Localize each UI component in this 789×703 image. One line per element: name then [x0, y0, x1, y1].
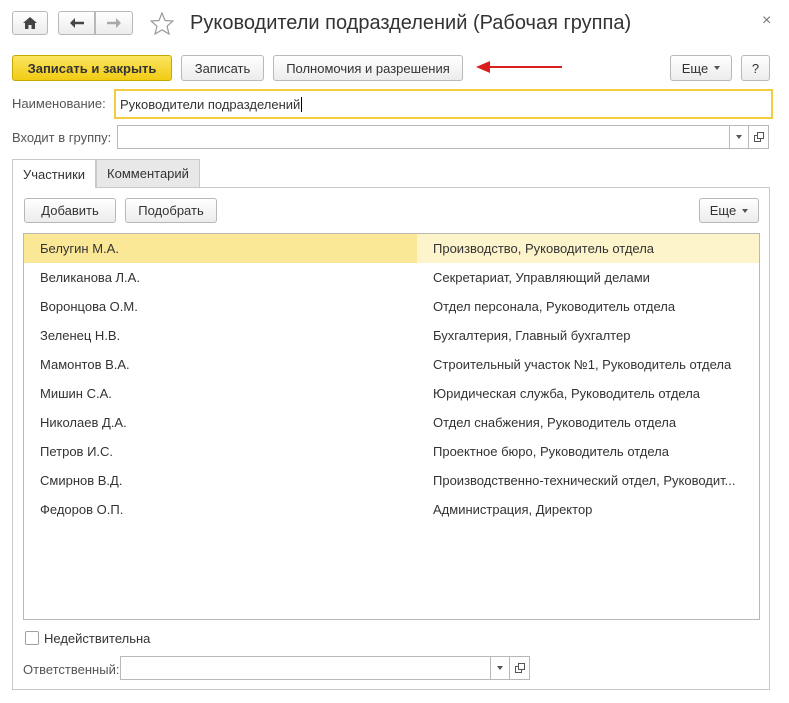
annotation-arrow-icon — [476, 61, 562, 73]
responsible-dropdown-button[interactable] — [490, 656, 510, 680]
member-name: Зеленец Н.В. — [40, 328, 121, 343]
help-button[interactable]: ? — [741, 55, 770, 81]
member-position: Производство, Руководитель отдела — [417, 234, 759, 263]
pick-button[interactable]: Подобрать — [125, 198, 217, 223]
member-position: Бухгалтерия, Главный бухгалтер — [433, 328, 631, 343]
tab-comment[interactable]: Комментарий — [96, 159, 200, 187]
member-position: Проектное бюро, Руководитель отдела — [433, 444, 669, 459]
group-label: Входит в группу: — [12, 130, 112, 145]
open-icon — [753, 132, 764, 142]
member-position: Отдел снабжения, Руководитель отдела — [433, 415, 677, 430]
member-name: Великанова Л.А. — [40, 270, 140, 285]
table-row[interactable]: Мамонтов В.А. Строительный участок №1, Р… — [24, 350, 759, 379]
member-name: Мамонтов В.А. — [40, 357, 130, 372]
dropdown-arrow-icon — [497, 666, 503, 670]
member-position: Юридическая служба, Руководитель отдела — [433, 386, 701, 401]
member-name: Белугин М.А. — [24, 234, 417, 263]
open-icon — [514, 663, 525, 673]
group-field[interactable] — [117, 125, 730, 149]
name-label: Наименование: — [12, 96, 106, 111]
member-name: Николаев Д.А. — [40, 415, 127, 430]
name-value: Руководители подразделений — [120, 96, 301, 112]
responsible-field[interactable] — [120, 656, 491, 680]
tab-members[interactable]: Участники — [12, 159, 96, 188]
home-icon — [23, 17, 37, 29]
member-name: Федоров О.П. — [40, 502, 124, 517]
add-button[interactable]: Добавить — [24, 198, 116, 223]
member-name: Воронцова О.М. — [40, 299, 138, 314]
invalid-checkbox-label[interactable]: Недействительна — [44, 631, 150, 646]
favorite-star[interactable] — [149, 11, 175, 38]
table-row[interactable]: Федоров О.П. Администрация, Директор — [24, 495, 759, 524]
table-row[interactable]: Мишин С.А. Юридическая служба, Руководит… — [24, 379, 759, 408]
member-position: Секретариат, Управляющий делами — [433, 270, 650, 285]
table-row[interactable]: Николаев Д.А. Отдел снабжения, Руководит… — [24, 408, 759, 437]
table-row[interactable]: Смирнов В.Д. Производственно-технический… — [24, 466, 759, 495]
members-more-button[interactable]: Еще — [699, 198, 759, 223]
responsible-open-button[interactable] — [509, 656, 530, 680]
save-button[interactable]: Записать — [181, 55, 264, 81]
save-and-close-button[interactable]: Записать и закрыть — [12, 55, 172, 81]
name-field[interactable]: Руководители подразделений — [114, 89, 773, 119]
member-position: Отдел персонала, Руководитель отдела — [433, 299, 676, 314]
close-icon[interactable]: × — [762, 12, 771, 30]
table-row[interactable]: Великанова Л.А. Секретариат, Управляющий… — [24, 263, 759, 292]
forward-arrow-icon — [107, 18, 121, 28]
text-cursor — [301, 96, 303, 112]
table-row[interactable]: Воронцова О.М. Отдел персонала, Руководи… — [24, 292, 759, 321]
member-name: Петров И.С. — [40, 444, 114, 459]
group-dropdown-button[interactable] — [729, 125, 749, 149]
invalid-checkbox[interactable] — [25, 631, 39, 645]
star-icon — [149, 11, 175, 36]
members-more-label: Еще — [709, 203, 737, 218]
permissions-button[interactable]: Полномочия и разрешения — [273, 55, 463, 81]
member-position: Строительный участок №1, Руководитель от… — [433, 357, 732, 372]
forward-button[interactable] — [95, 11, 133, 35]
responsible-label: Ответственный: — [23, 662, 120, 677]
members-table[interactable]: Белугин М.А. Производство, Руководитель … — [23, 233, 760, 620]
window-title: Руководители подразделений (Рабочая груп… — [190, 12, 632, 34]
more-label: Еще — [681, 60, 709, 76]
table-row[interactable]: Белугин М.А. Производство, Руководитель … — [24, 234, 759, 263]
more-button[interactable]: Еще — [670, 55, 732, 81]
table-row[interactable]: Зеленец Н.В. Бухгалтерия, Главный бухгал… — [24, 321, 759, 350]
member-position: Администрация, Директор — [433, 502, 593, 517]
table-row[interactable]: Петров И.С. Проектное бюро, Руководитель… — [24, 437, 759, 466]
back-arrow-icon — [69, 18, 84, 28]
dropdown-arrow-icon — [714, 66, 721, 70]
home-button[interactable] — [12, 11, 48, 35]
back-button[interactable] — [58, 11, 95, 35]
member-position: Производственно-технический отдел, Руков… — [433, 473, 736, 488]
member-name: Мишин С.А. — [40, 386, 112, 401]
member-name: Смирнов В.Д. — [40, 473, 123, 488]
dropdown-arrow-icon — [742, 208, 749, 213]
dropdown-arrow-icon — [736, 135, 742, 139]
group-open-button[interactable] — [748, 125, 769, 149]
